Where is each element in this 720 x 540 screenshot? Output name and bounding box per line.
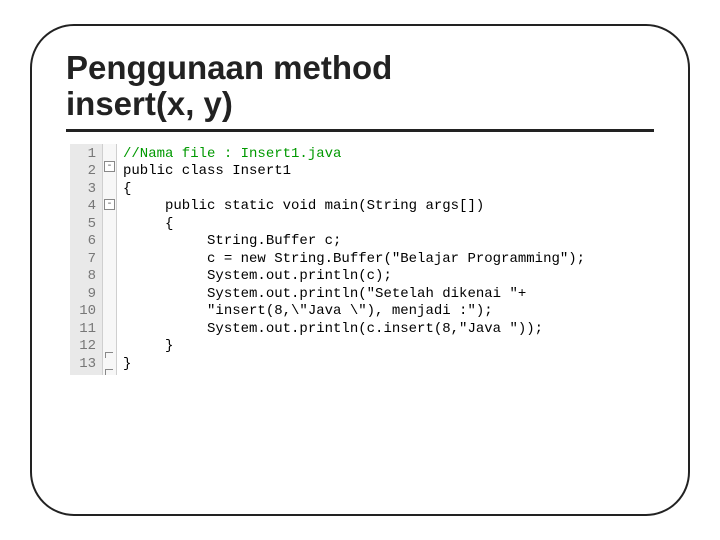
line-number: 11: [74, 321, 96, 339]
code-line: public class Insert1: [123, 163, 291, 179]
line-number: 2: [74, 163, 96, 181]
code-line: //Nama file : Insert1.java: [123, 146, 341, 162]
line-number: 10: [74, 303, 96, 321]
line-number: 1: [74, 146, 96, 164]
code-content: //Nama file : Insert1.java public class …: [117, 144, 591, 376]
code-line: public static void main(String args[]): [123, 198, 484, 214]
fold-toggle-icon[interactable]: -: [104, 161, 115, 172]
code-line: }: [123, 356, 131, 372]
code-line: c = new String.Buffer("Belajar Programmi…: [123, 251, 585, 267]
line-number-gutter: 1 2 3 4 5 6 7 8 9 10 11 12 13: [70, 144, 103, 376]
code-line: System.out.println(c);: [123, 268, 392, 284]
line-number: 7: [74, 251, 96, 269]
line-number: 8: [74, 268, 96, 286]
code-line: {: [123, 216, 173, 232]
fold-end-icon: [105, 352, 113, 358]
line-number: 6: [74, 233, 96, 251]
code-line: String.Buffer c;: [123, 233, 341, 249]
title-line-2: insert(x, y): [66, 85, 233, 122]
line-number: 5: [74, 216, 96, 234]
line-number: 9: [74, 286, 96, 304]
fold-gutter: - -: [103, 144, 117, 376]
line-number: 3: [74, 181, 96, 199]
title-block: Penggunaan method insert(x, y): [66, 50, 654, 132]
code-line: "insert(8,\"Java \"), menjadi :");: [123, 303, 493, 319]
code-line: System.out.println("Setelah dikenai "+: [123, 286, 526, 302]
line-number: 12: [74, 338, 96, 356]
code-editor: 1 2 3 4 5 6 7 8 9 10 11 12 13 - - //Nama…: [70, 144, 654, 376]
line-number: 13: [74, 356, 96, 374]
slide-title: Penggunaan method insert(x, y): [66, 50, 654, 123]
title-line-1: Penggunaan method: [66, 49, 392, 86]
fold-end-icon: [105, 369, 113, 375]
code-line: }: [123, 338, 173, 354]
slide-frame: Penggunaan method insert(x, y) 1 2 3 4 5…: [30, 24, 690, 516]
line-number: 4: [74, 198, 96, 216]
code-line: System.out.println(c.insert(8,"Java "));: [123, 321, 543, 337]
fold-toggle-icon[interactable]: -: [104, 199, 115, 210]
code-line: {: [123, 181, 131, 197]
